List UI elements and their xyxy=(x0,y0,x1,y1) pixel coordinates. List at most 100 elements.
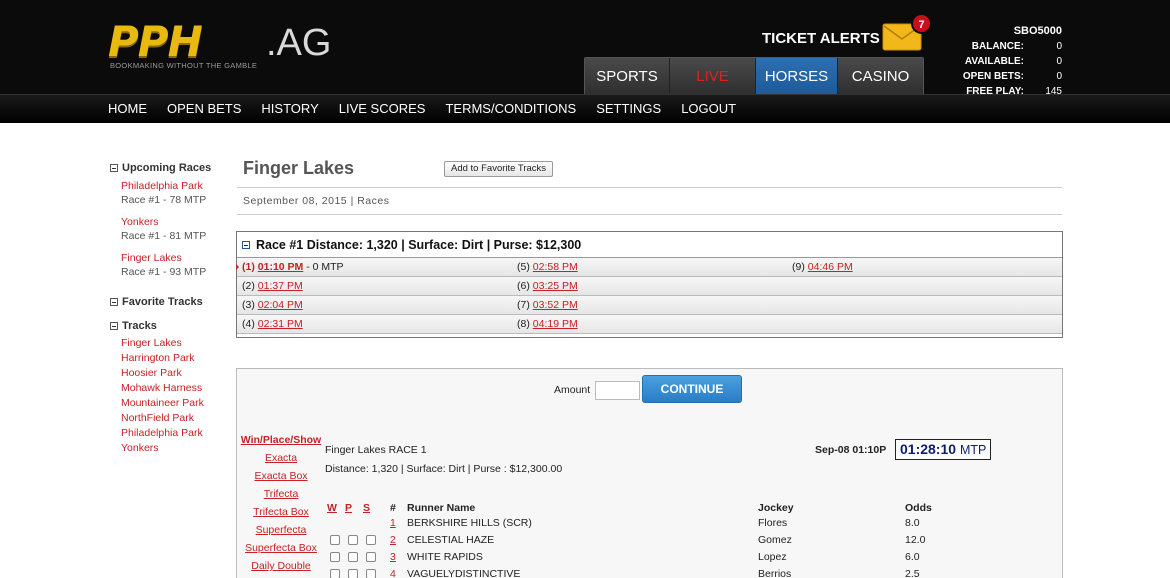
divider xyxy=(237,187,1062,188)
runner-row: 3 WHITE RAPIDS Lopez 6.0 xyxy=(237,549,1062,566)
place-column-header[interactable]: P xyxy=(345,502,352,514)
runner-name: VAGUELYDISTINCTIVE xyxy=(407,568,521,578)
show-checkbox[interactable] xyxy=(366,552,376,562)
site-logo[interactable]: PPH .AG BOOKMAKING WITHOUT THE GAMBLE xyxy=(108,21,358,74)
runner-jockey: Flores xyxy=(758,517,788,529)
nav-live-scores[interactable]: LIVE SCORES xyxy=(339,95,426,123)
show-checkbox[interactable] xyxy=(366,535,376,545)
track-link[interactable]: Mountaineer Park xyxy=(121,396,220,411)
race-link[interactable]: (4) 02:31 PM xyxy=(242,318,303,330)
upcoming-track-link[interactable]: Yonkers xyxy=(121,215,220,229)
collapse-icon[interactable] xyxy=(242,240,250,249)
track-link[interactable]: Yonkers xyxy=(121,441,220,456)
win-column-header[interactable]: W xyxy=(327,502,337,514)
race-header: Race #1 Distance: 1,320 | Surface: Dirt … xyxy=(237,232,1062,258)
tab-live[interactable]: LIVE xyxy=(669,58,755,94)
balance-label: BALANCE: xyxy=(971,41,1024,52)
nav-home[interactable]: HOME xyxy=(108,95,147,123)
upcoming-races-title: Upcoming Races xyxy=(122,162,212,174)
add-favorite-track-button[interactable]: Add to Favorite Tracks xyxy=(444,161,554,177)
collapse-icon[interactable] xyxy=(110,322,118,330)
runner-number[interactable]: 3 xyxy=(390,551,396,563)
tab-casino[interactable]: CASINO xyxy=(837,58,923,94)
track-link[interactable]: Finger Lakes xyxy=(121,336,220,351)
race-link[interactable]: (9) 04:46 PM xyxy=(792,261,853,273)
race-link[interactable]: (2) 01:37 PM xyxy=(242,280,303,292)
collapse-icon[interactable] xyxy=(110,164,118,172)
tab-horses[interactable]: HORSES xyxy=(755,58,837,94)
upcoming-track-link[interactable]: Finger Lakes xyxy=(121,251,220,265)
runner-row: 2 CELESTIAL HAZE Gomez 12.0 xyxy=(237,532,1062,549)
tab-sports[interactable]: SPORTS xyxy=(585,58,669,94)
runner-name: WHITE RAPIDS xyxy=(407,551,483,563)
win-checkbox[interactable] xyxy=(330,535,340,545)
amount-input[interactable] xyxy=(595,381,640,400)
jockey-column-header: Jockey xyxy=(758,502,794,514)
nav-terms[interactable]: TERMS/CONDITIONS xyxy=(445,95,576,123)
track-link[interactable]: Hoosier Park xyxy=(121,366,220,381)
bet-type-exacta-box[interactable]: Exacta Box xyxy=(237,467,325,485)
place-checkbox[interactable] xyxy=(348,569,358,578)
upcoming-races-header[interactable]: Upcoming Races xyxy=(110,161,220,175)
track-link[interactable]: NorthField Park xyxy=(121,411,220,426)
countdown-label: MTP xyxy=(959,443,987,457)
amount-label: Amount xyxy=(554,384,591,396)
bet-race-details: Distance: 1,320 | Surface: Dirt | Purse … xyxy=(325,463,563,475)
race-link[interactable]: (3) 02:04 PM xyxy=(242,299,303,311)
bet-type-trifecta[interactable]: Trifecta xyxy=(237,485,325,503)
bet-type-win-place-show[interactable]: Win/Place/Show xyxy=(237,431,325,449)
account-balance-row: BALANCE: 0 xyxy=(963,39,1062,54)
bet-race-time: Sep-08 01:10P xyxy=(815,444,887,456)
continue-button[interactable]: CONTINUE xyxy=(642,375,742,403)
nav-history[interactable]: HISTORY xyxy=(261,95,318,123)
tracks-list: Finger Lakes Harrington Park Hoosier Par… xyxy=(121,336,220,456)
race-link[interactable]: (6) 03:25 PM xyxy=(517,280,578,292)
upcoming-race-info: Race #1 - 81 MTP xyxy=(121,230,207,242)
runner-number[interactable]: 1 xyxy=(390,517,396,529)
upcoming-race-info: Race #1 - 78 MTP xyxy=(121,194,207,206)
account-summary: SBO5000 BALANCE: 0 AVAILABLE: 0 OPEN BET… xyxy=(963,25,1062,99)
favorite-tracks-header[interactable]: Favorite Tracks xyxy=(110,295,220,309)
track-link[interactable]: Harrington Park xyxy=(121,351,220,366)
account-id: SBO5000 xyxy=(1013,25,1062,37)
track-link[interactable]: Mohawk Harness xyxy=(121,381,220,396)
place-checkbox[interactable] xyxy=(348,552,358,562)
nav-logout[interactable]: LOGOUT xyxy=(681,95,736,123)
divider xyxy=(237,214,1062,215)
runner-odds: 2.5 xyxy=(905,568,920,578)
runner-number[interactable]: 2 xyxy=(390,534,396,546)
top-header: PPH .AG BOOKMAKING WITHOUT THE GAMBLE TI… xyxy=(0,0,1170,97)
show-column-header[interactable]: S xyxy=(363,502,370,514)
race-link[interactable]: (5) 02:58 PM xyxy=(517,261,578,273)
open-bets-label: OPEN BETS: xyxy=(962,71,1024,82)
race-link[interactable]: (8) 04:19 PM xyxy=(517,318,578,330)
account-openbets-row: OPEN BETS: 0 xyxy=(963,69,1062,84)
race-link-active[interactable]: (1) 01:10 PM - 0 MTP xyxy=(236,261,344,273)
nav-open-bets[interactable]: OPEN BETS xyxy=(167,95,241,123)
runner-name: CELESTIAL HAZE xyxy=(407,534,495,546)
open-bets-value: 0 xyxy=(1056,71,1062,82)
runner-odds: 12.0 xyxy=(905,534,926,546)
race-link[interactable]: (7) 03:52 PM xyxy=(517,299,578,311)
bet-type-exacta[interactable]: Exacta xyxy=(237,449,325,467)
race-row: (1) 01:10 PM - 0 MTP (5) 02:58 PM (9) 04… xyxy=(236,258,1062,277)
track-link[interactable]: Philadelphia Park xyxy=(121,426,220,441)
bet-race-title: Finger Lakes RACE 1 xyxy=(325,444,427,456)
tracks-header[interactable]: Tracks xyxy=(110,319,220,333)
date-line: September 08, 2015 | Races xyxy=(243,195,390,207)
alert-count-badge: 7 xyxy=(911,13,932,34)
race-header-text: Race #1 Distance: 1,320 | Surface: Dirt … xyxy=(256,237,582,252)
ticket-alerts-label[interactable]: TICKET ALERTS xyxy=(762,30,880,47)
win-checkbox[interactable] xyxy=(330,552,340,562)
upcoming-race-item: Finger Lakes Race #1 - 93 MTP xyxy=(121,251,220,279)
logo-ag-text: .AG xyxy=(266,22,332,64)
place-checkbox[interactable] xyxy=(348,535,358,545)
bet-panel: Amount CONTINUE Win/Place/Show Exacta Ex… xyxy=(236,368,1063,578)
runner-number[interactable]: 4 xyxy=(390,568,396,578)
nav-settings[interactable]: SETTINGS xyxy=(596,95,661,123)
win-checkbox[interactable] xyxy=(330,569,340,578)
upcoming-track-link[interactable]: Philadelphia Park xyxy=(121,179,220,193)
collapse-icon[interactable] xyxy=(110,298,118,306)
account-available-row: AVAILABLE: 0 xyxy=(963,54,1062,69)
show-checkbox[interactable] xyxy=(366,569,376,578)
